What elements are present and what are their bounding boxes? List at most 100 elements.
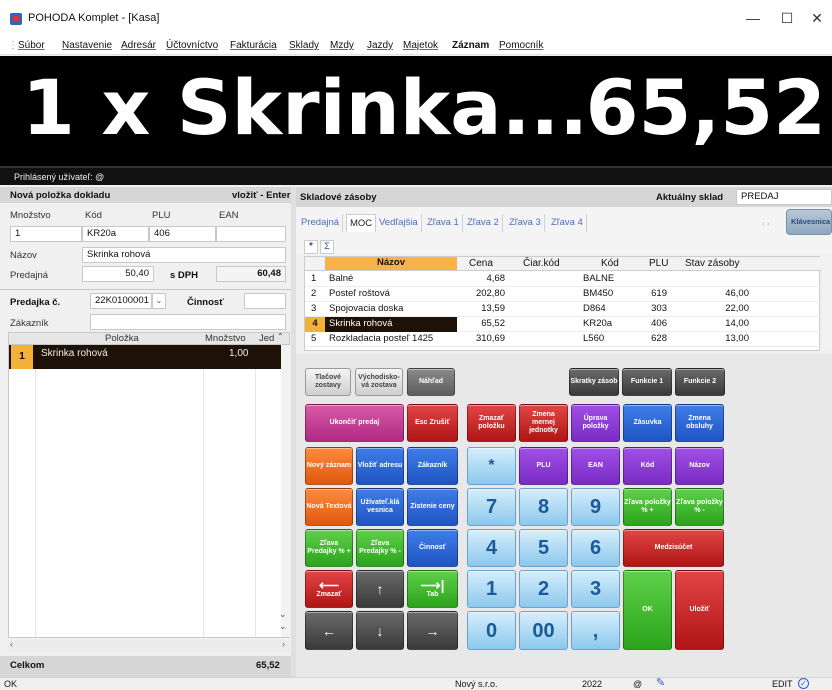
table-row[interactable]: 1 Skrinka rohová 1,00 xyxy=(9,345,281,369)
preview-button[interactable]: Náhľad xyxy=(407,368,455,396)
col-plu[interactable]: PLU xyxy=(649,258,668,269)
tab-predajna[interactable]: Predajná xyxy=(298,214,344,232)
tab-nav-icon[interactable]: ‹ › xyxy=(762,219,770,228)
sale-number-field[interactable]: 22K0100001 xyxy=(90,293,152,309)
plu-field[interactable]: 406 xyxy=(149,226,216,242)
key-7[interactable]: 7 xyxy=(467,488,516,526)
plu-key[interactable]: PLU xyxy=(519,447,568,485)
print-shifts-button[interactable]: Tlačové zostavy xyxy=(305,368,351,396)
col-cena[interactable]: Cena xyxy=(469,258,493,269)
subtotal-button[interactable]: Medzisúčet xyxy=(623,529,724,567)
esc-cancel-button[interactable]: Esc Zrušiť xyxy=(407,404,458,442)
arrow-down-button[interactable]: ↓ xyxy=(356,611,404,650)
menu-subor[interactable]: Súbor xyxy=(18,40,45,51)
col-nazov[interactable]: Názov xyxy=(325,257,457,270)
item-discount-minus-button[interactable]: Zľava položky % - xyxy=(675,488,724,526)
delete-item-button[interactable]: Zmazať položku xyxy=(467,404,516,442)
key-6[interactable]: 6 xyxy=(571,529,620,567)
tab-moc[interactable]: MOC xyxy=(346,214,377,232)
minimize-button[interactable]: — xyxy=(738,6,768,31)
tab-zlava-4[interactable]: Zľava 4 xyxy=(548,214,587,232)
menu-zaznam[interactable]: Záznam xyxy=(452,40,489,51)
menu-jazdy[interactable]: Jazdy xyxy=(367,40,393,51)
col-stav[interactable]: Stav zásoby xyxy=(685,258,739,269)
scroll-down-icon[interactable]: ⌄ xyxy=(279,609,287,620)
table-row-selected[interactable]: 4 Skrinka rohová 65,52 KR20a 406 14,00 xyxy=(305,317,821,332)
qty-field[interactable]: 1 xyxy=(10,226,82,242)
col-ciar-kod[interactable]: Čiar.kód xyxy=(523,258,560,269)
arrow-right-button[interactable]: → xyxy=(407,611,458,650)
insert-address-button[interactable]: Vložiť adresu xyxy=(356,447,404,485)
table-row[interactable]: 3 Spojovacia doska 13,59 D864 303 22,00 xyxy=(305,302,821,317)
menu-nastavenie[interactable]: Nastavenie xyxy=(62,40,112,51)
arrow-left-button[interactable]: ← xyxy=(305,611,353,650)
change-staff-button[interactable]: Zmena obsluhy xyxy=(675,404,724,442)
sale-dropdown-chevron-icon[interactable]: ⌄ xyxy=(152,293,166,309)
menu-pomocnik[interactable]: Pomocník xyxy=(499,40,543,51)
stock-grid[interactable]: Názov Cena Čiar.kód Kód PLU Stav zásoby … xyxy=(304,256,821,351)
menu-majetok[interactable]: Majetok xyxy=(403,40,438,51)
sale-discount-minus-button[interactable]: Zľava Predajky % - xyxy=(356,529,404,567)
filter-star-icon[interactable]: * xyxy=(304,240,318,254)
col-kod[interactable]: Kód xyxy=(601,258,619,269)
scroll-right-icon[interactable]: › xyxy=(282,639,285,649)
price-check-button[interactable]: Zistenie ceny xyxy=(407,488,458,526)
code-key[interactable]: Kód xyxy=(623,447,672,485)
ean-key[interactable]: EAN xyxy=(571,447,620,485)
current-stock-select[interactable]: PREDAJ xyxy=(736,189,832,205)
tab-zlava-2[interactable]: Zľava 2 xyxy=(464,214,503,232)
list-scrollbar[interactable] xyxy=(281,345,290,637)
key-9[interactable]: 9 xyxy=(571,488,620,526)
new-record-button[interactable]: Nový záznam xyxy=(305,447,353,485)
star-key[interactable]: * xyxy=(467,447,516,485)
change-unit-button[interactable]: Zmena mernej jednotky xyxy=(519,404,568,442)
close-button[interactable]: ✕ xyxy=(802,6,832,31)
menu-sklady[interactable]: Sklady xyxy=(289,40,319,51)
activity-button[interactable]: Činnosť xyxy=(407,529,458,567)
name-field[interactable]: Skrinka rohová xyxy=(82,247,286,263)
scroll-down-icon[interactable]: ⌄ xyxy=(279,621,287,632)
functions-2-button[interactable]: Funkcie 2 xyxy=(675,368,725,396)
key-0[interactable]: 0 xyxy=(467,611,516,650)
stock-shortcuts-button[interactable]: Skratky zásob xyxy=(569,368,619,396)
filter-sigma-icon[interactable]: Σ xyxy=(320,240,334,254)
table-row[interactable]: 1 Balné 4,68 BALNE xyxy=(305,272,821,287)
user-keyboard-button[interactable]: Užívateľ.klá vesnica xyxy=(356,488,404,526)
save-button[interactable]: Uložiť xyxy=(675,570,724,650)
table-row[interactable]: 2 Posteľ roštová 202,80 BM450 619 46,00 xyxy=(305,287,821,302)
grid-scrollbar[interactable] xyxy=(822,256,832,351)
customer-field[interactable] xyxy=(90,314,286,330)
scroll-left-icon[interactable]: ‹ xyxy=(10,639,13,649)
edit-item-button[interactable]: Úprava položky xyxy=(571,404,620,442)
key-5[interactable]: 5 xyxy=(519,529,568,567)
ean-field[interactable] xyxy=(216,226,286,242)
key-00[interactable]: 00 xyxy=(519,611,568,650)
default-shift-button[interactable]: Východisko­vá zostava xyxy=(355,368,403,396)
drawer-button[interactable]: Zásuvka xyxy=(623,404,672,442)
horizontal-scrollbar[interactable]: ‹ › xyxy=(8,639,290,652)
key-2[interactable]: 2 xyxy=(519,570,568,608)
tab-vedlajsia[interactable]: Vedľajšia xyxy=(376,214,422,232)
menu-fakturacia[interactable]: Fakturácia xyxy=(230,40,277,51)
code-field[interactable]: KR20a xyxy=(82,226,149,242)
arrow-up-button[interactable]: ↑ xyxy=(356,570,404,608)
ok-button[interactable]: OK xyxy=(623,570,672,650)
key-3[interactable]: 3 xyxy=(571,570,620,608)
end-sale-button[interactable]: Ukončiť predaj xyxy=(305,404,404,442)
price-field[interactable]: 50,40 xyxy=(82,266,154,282)
customer-button[interactable]: Zákazník xyxy=(407,447,458,485)
keyboard-button[interactable]: Klávesnica xyxy=(786,209,832,235)
table-row[interactable]: 5 Rozkladacia posteľ 1425 310,69 L560 62… xyxy=(305,332,821,347)
sale-discount-plus-button[interactable]: Zľava Predajky % + xyxy=(305,529,353,567)
new-text-button[interactable]: Nová Textová xyxy=(305,488,353,526)
functions-1-button[interactable]: Funkcie 1 xyxy=(622,368,672,396)
item-discount-plus-button[interactable]: Zľava položky % + xyxy=(623,488,672,526)
key-1[interactable]: 1 xyxy=(467,570,516,608)
menu-adresar[interactable]: Adresár xyxy=(121,40,156,51)
menu-uctovnictvo[interactable]: Účtovníctvo xyxy=(166,40,218,51)
name-key[interactable]: Názov xyxy=(675,447,724,485)
activity-field[interactable] xyxy=(244,293,286,309)
key-4[interactable]: 4 xyxy=(467,529,516,567)
sale-items-list[interactable]: Položka Množstvo Jed ⌃ 1 Skrinka rohová … xyxy=(8,332,290,638)
backspace-delete-button[interactable]: ⟵ Zmazať xyxy=(305,570,353,608)
